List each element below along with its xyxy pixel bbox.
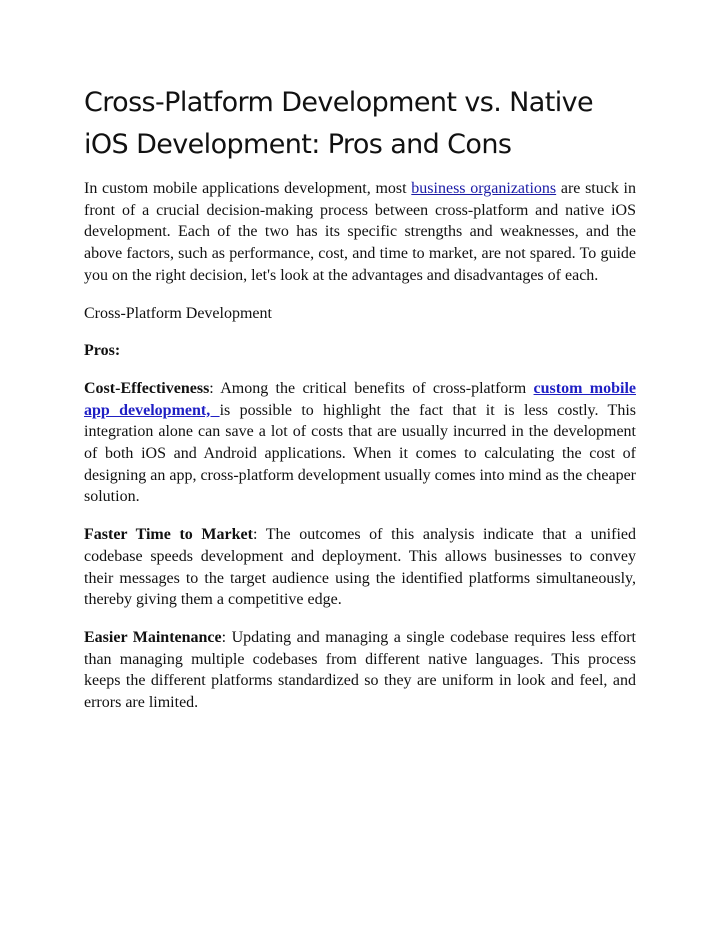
pros-label: Pros:: [84, 340, 636, 362]
pros-label-text: Pros:: [84, 342, 121, 360]
pro-cost-effectiveness: Cost-Effectiveness: Among the critical b…: [84, 378, 636, 508]
pro-term: Cost-Effectiveness: [84, 379, 210, 397]
pro-text-before: : Among the critical benefits of cross-p…: [209, 379, 534, 397]
business-organizations-link[interactable]: business organizations: [411, 180, 556, 197]
intro-text-before: In custom mobile applications developmen…: [84, 180, 412, 197]
intro-paragraph: In custom mobile applications developmen…: [84, 178, 636, 287]
pro-faster-time-to-market: Faster Time to Market: The outcomes of t…: [84, 524, 636, 611]
section-heading: Cross-Platform Development: [84, 304, 272, 322]
document-page: Cross-Platform Development vs. Native iO…: [84, 82, 636, 730]
pro-term: Faster Time to Market: [84, 526, 253, 544]
pro-easier-maintenance: Easier Maintenance: Updating and managin…: [84, 627, 636, 714]
document-title: Cross-Platform Development vs. Native iO…: [84, 87, 594, 160]
pro-term: Easier Maintenance: [84, 628, 222, 646]
